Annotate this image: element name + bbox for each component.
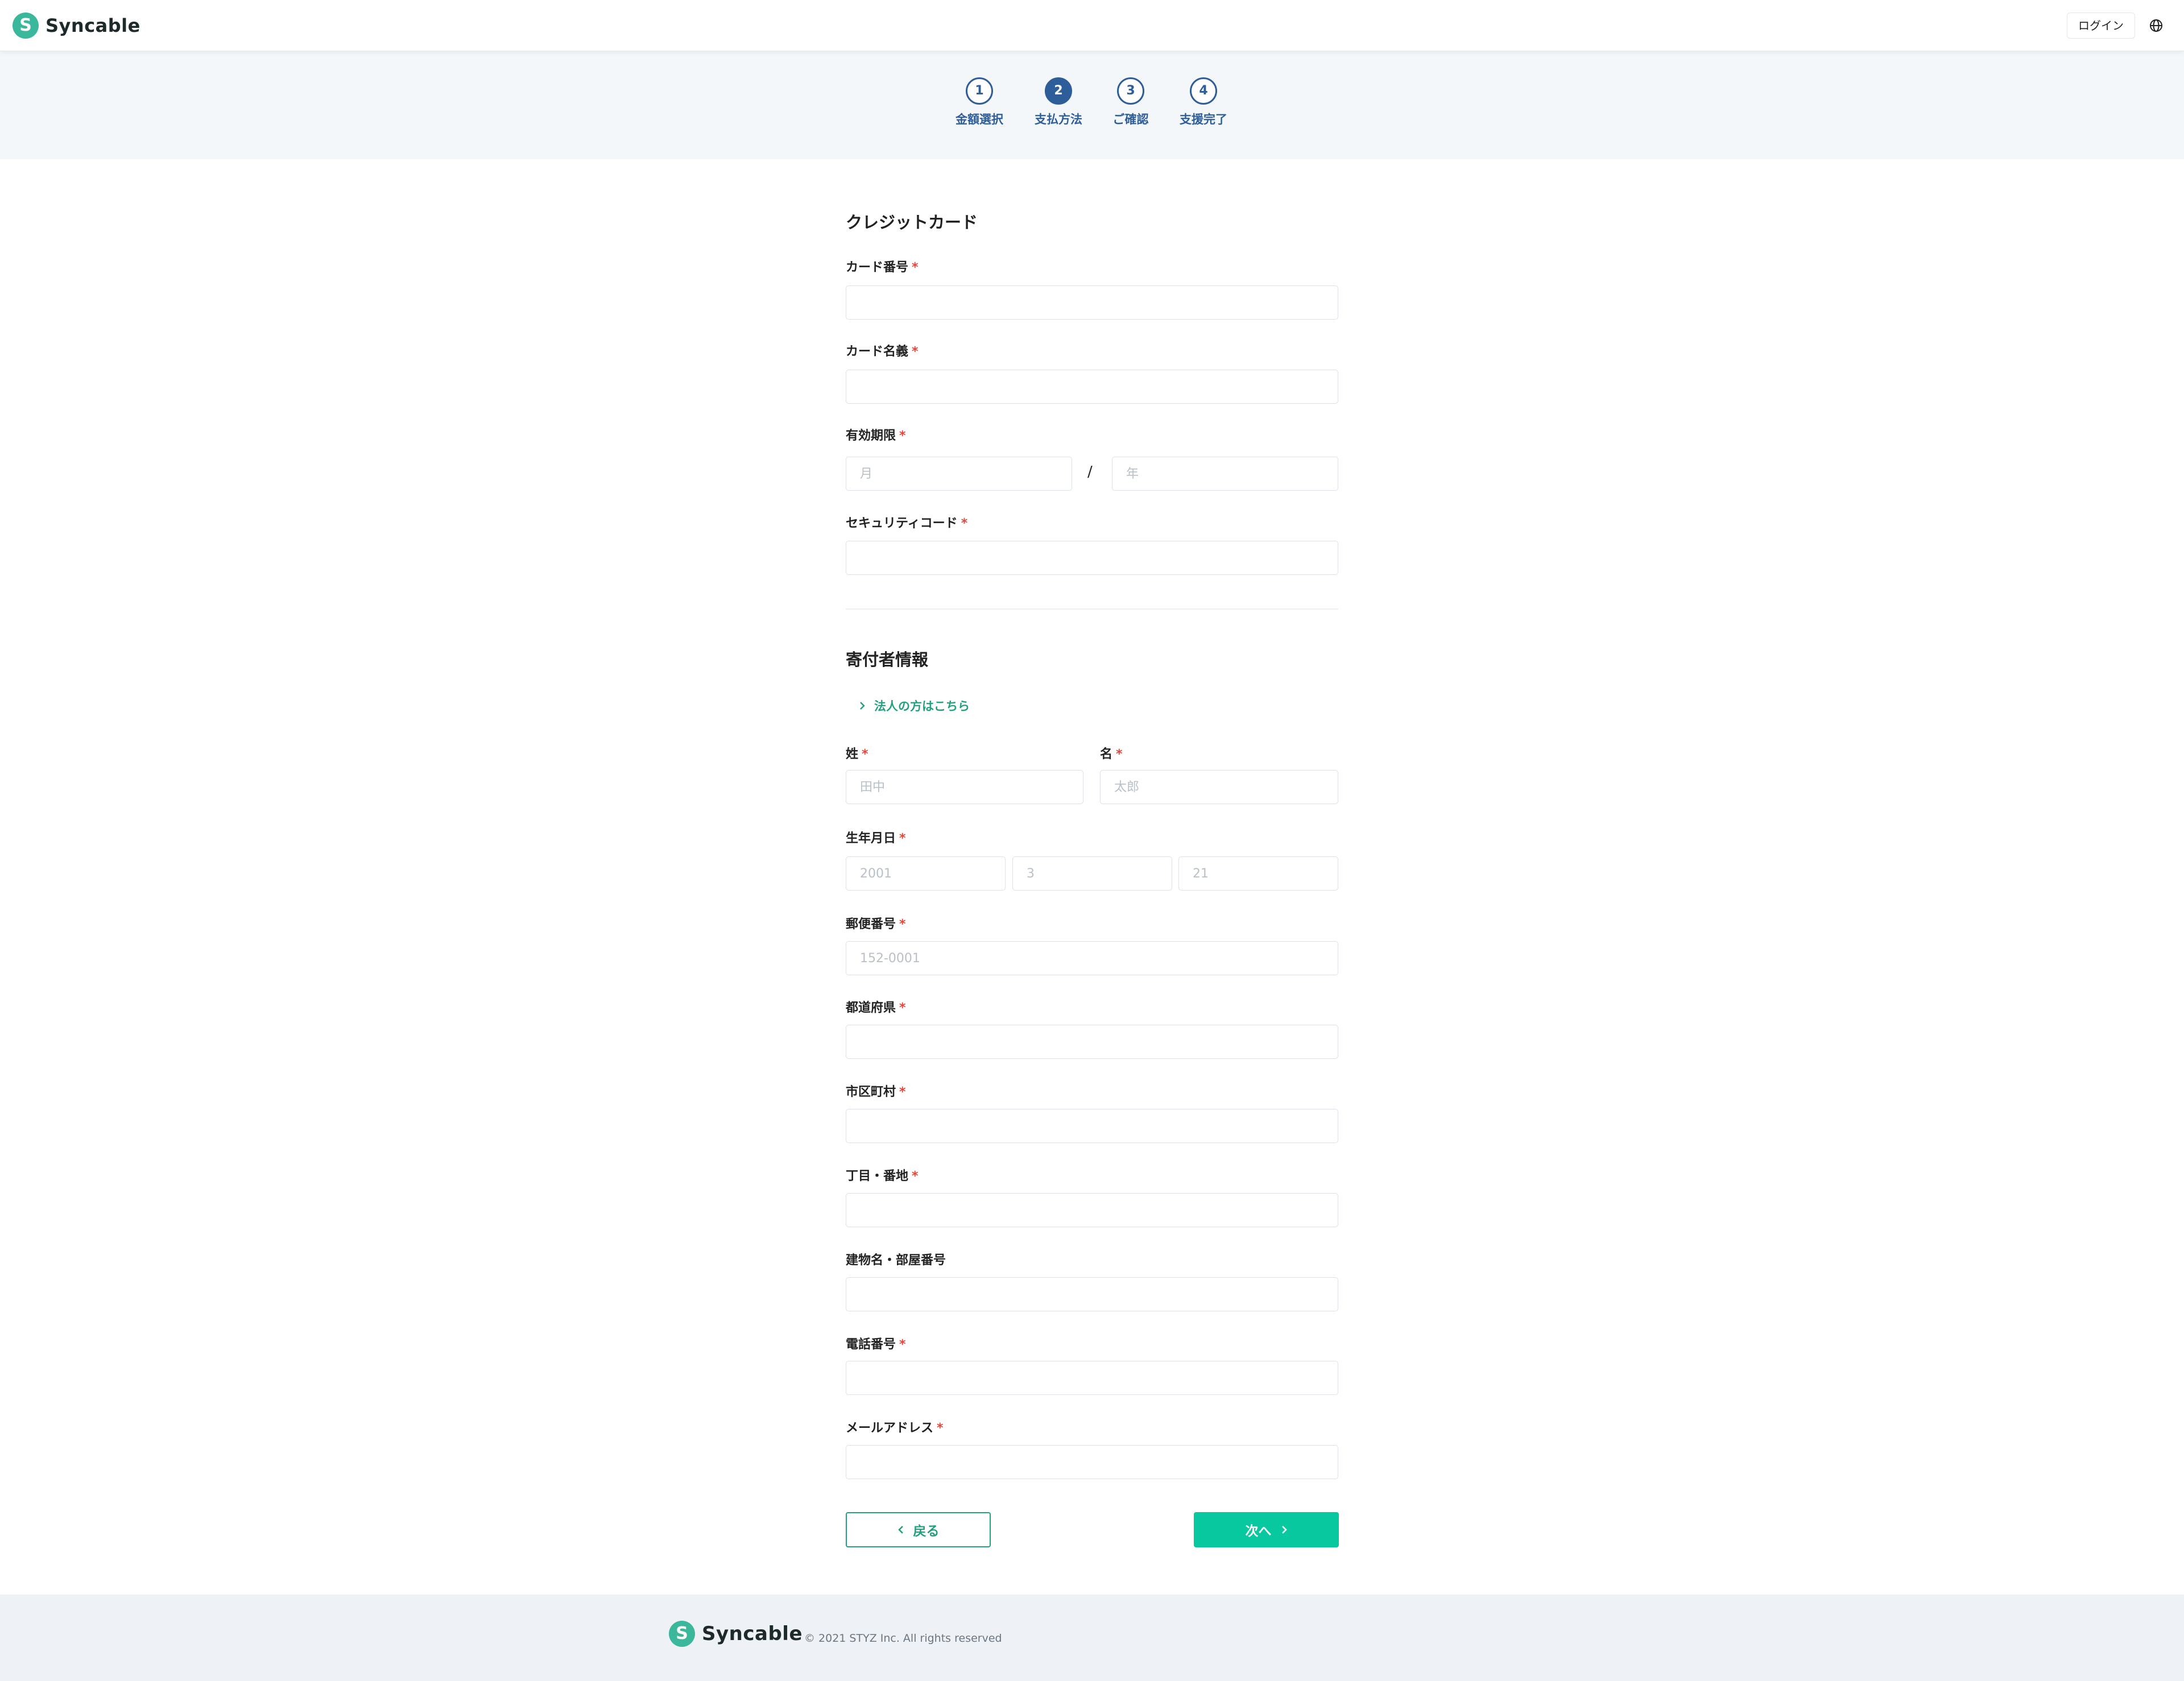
step-label: 支払方法	[1035, 113, 1082, 126]
back-button[interactable]: 戻る	[846, 1512, 991, 1547]
language-button[interactable]	[2143, 13, 2169, 39]
syncable-logo-icon: S	[13, 13, 39, 39]
chevron-right-icon	[1281, 1526, 1287, 1534]
step-confirmation: 3 ご確認	[1097, 77, 1165, 127]
step-number: 3	[1117, 77, 1144, 105]
section-divider	[846, 608, 1338, 610]
card-number-input[interactable]	[846, 285, 1338, 320]
login-button[interactable]: ログイン	[2067, 13, 2135, 39]
step-complete: 4 支援完了	[1169, 77, 1238, 127]
security-code-label: セキュリティコード *	[846, 516, 968, 531]
last-name-input[interactable]	[846, 770, 1083, 804]
first-name-input[interactable]	[1100, 770, 1338, 804]
step-label: ご確認	[1112, 113, 1149, 126]
step-payment-method: 2 支払方法	[1024, 77, 1093, 127]
security-code-input[interactable]	[846, 541, 1338, 575]
step-number: 4	[1190, 77, 1217, 105]
street-label: 丁目・番地 *	[846, 1169, 919, 1183]
card-name-label: カード名義 *	[846, 345, 919, 359]
site-footer: S Syncable © 2021 STYZ Inc. All rights r…	[0, 1595, 2184, 1681]
expiry-separator: /	[1087, 463, 1093, 481]
back-button-label: 戻る	[913, 1524, 940, 1539]
copyright-text: © 2021 STYZ Inc. All rights reserved	[804, 1632, 1002, 1645]
birth-year-input[interactable]	[846, 856, 1006, 891]
corporate-link-text: 法人の方はこちら	[874, 699, 970, 713]
next-button-label: 次へ	[1245, 1524, 1272, 1539]
card-name-input[interactable]	[846, 370, 1338, 404]
footer-brand-logo[interactable]: S Syncable	[669, 1621, 803, 1647]
step-number: 2	[1045, 77, 1072, 105]
birth-day-input[interactable]	[1178, 856, 1338, 891]
birthdate-label: 生年月日 *	[846, 831, 906, 846]
syncable-logo-icon: S	[669, 1621, 695, 1647]
expiry-year-input[interactable]	[1112, 457, 1338, 491]
chevron-left-icon	[897, 1526, 903, 1534]
phone-label: 電話番号 *	[846, 1338, 906, 1352]
brand-name: Syncable	[46, 15, 140, 36]
next-button[interactable]: 次へ	[1194, 1512, 1339, 1547]
email-label: メールアドレス *	[846, 1421, 944, 1435]
city-label: 市区町村 *	[846, 1085, 906, 1099]
credit-card-section-title: クレジットカード	[846, 213, 978, 232]
building-label: 建物名・部屋番号	[846, 1253, 946, 1268]
expiry-month-input[interactable]	[846, 457, 1072, 491]
corporate-donor-link[interactable]: 法人の方はこちら	[858, 697, 970, 714]
phone-input[interactable]	[846, 1361, 1338, 1395]
step-label: 支援完了	[1180, 113, 1227, 126]
chevron-right-icon	[860, 702, 865, 710]
donor-section-title: 寄付者情報	[846, 650, 929, 669]
street-input[interactable]	[846, 1193, 1338, 1227]
prefecture-label: 都道府県 *	[846, 1001, 906, 1015]
step-number: 1	[966, 77, 993, 105]
card-number-label: カード番号 *	[846, 260, 919, 275]
globe-icon	[2150, 19, 2162, 32]
step-label: 金額選択	[956, 113, 1003, 126]
postal-code-input[interactable]	[846, 941, 1338, 975]
email-input[interactable]	[846, 1445, 1338, 1479]
birth-month-input[interactable]	[1012, 856, 1172, 891]
city-input[interactable]	[846, 1109, 1338, 1143]
prefecture-input[interactable]	[846, 1025, 1338, 1059]
first-name-label: 名 *	[1100, 747, 1123, 761]
last-name-label: 姓 *	[846, 747, 868, 761]
expiry-label: 有効期限 *	[846, 429, 906, 443]
brand-logo[interactable]: S Syncable	[13, 13, 140, 39]
site-header: S Syncable ログイン	[0, 0, 2184, 51]
step-amount-selection: 1 金額選択	[945, 77, 1014, 127]
progress-stepper: 1 金額選択 2 支払方法 3 ご確認 4 支援完了	[0, 51, 2184, 159]
building-input[interactable]	[846, 1277, 1338, 1311]
footer-brand-name: Syncable	[702, 1622, 803, 1645]
postal-code-label: 郵便番号 *	[846, 917, 906, 931]
